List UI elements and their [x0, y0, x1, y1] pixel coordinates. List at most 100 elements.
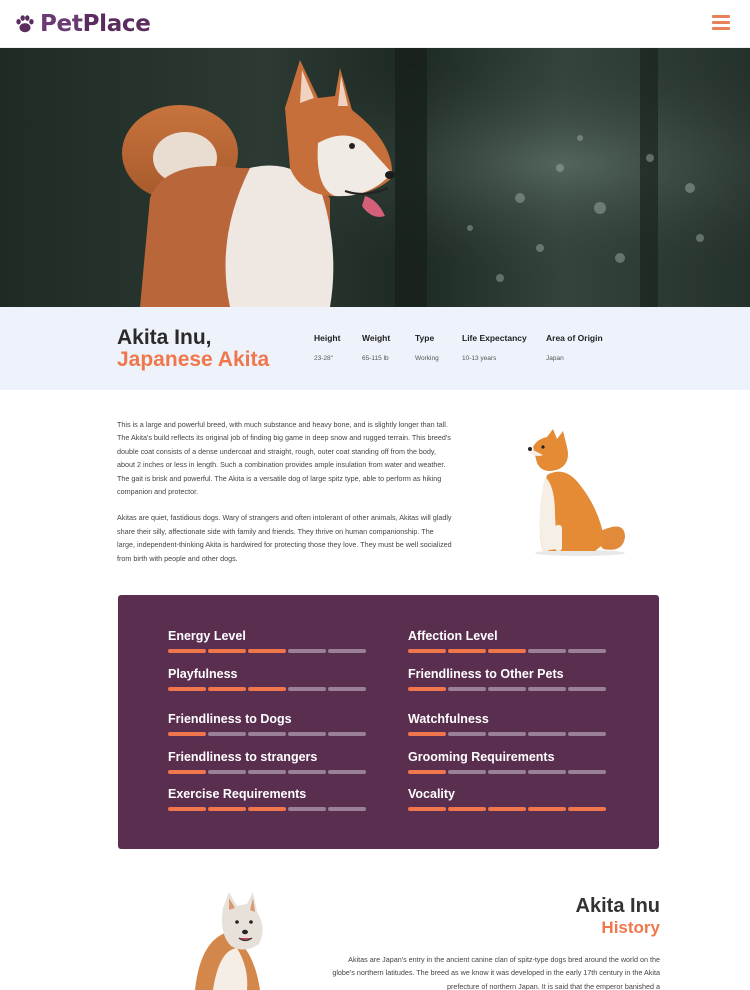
breed-alt-name: Japanese Akita	[117, 348, 270, 371]
breed-info-band: Akita Inu, Japanese Akita Height 23-28" …	[0, 307, 750, 390]
trait-name: Friendliness to Other Pets	[408, 667, 564, 681]
stat-life-expectancy: Life Expectancy 10-13 years	[462, 333, 527, 362]
trait-name: Grooming Requirements	[408, 750, 555, 764]
trait-vocality: Vocality	[408, 787, 608, 811]
rating-segment-filled	[488, 807, 526, 811]
stat-value: 65-115 lb	[362, 355, 389, 362]
trait-name: Exercise Requirements	[168, 787, 307, 801]
rating-segment-empty	[528, 732, 566, 736]
rating-segment-empty	[328, 687, 366, 691]
rating-segment-filled	[528, 807, 566, 811]
rating-segment-empty	[568, 687, 606, 691]
traits-card: Energy Level Affection Level Playfulness…	[118, 595, 659, 849]
rating-segment-filled	[168, 687, 206, 691]
history-text: Akitas are Japan's entry in the ancient …	[332, 955, 660, 990]
history-subtitle: History	[601, 918, 660, 937]
trait-rating-bar	[168, 649, 368, 653]
trait-friendliness-to-dogs: Friendliness to Dogs	[168, 712, 368, 736]
rating-segment-empty	[288, 770, 326, 774]
rating-segment-filled	[208, 687, 246, 691]
trait-name: Friendliness to strangers	[168, 750, 318, 764]
trait-rating-bar	[408, 732, 608, 736]
rating-segment-empty	[248, 732, 286, 736]
stat-weight: Weight 65-115 lb	[362, 333, 390, 362]
rating-segment-empty	[448, 770, 486, 774]
trait-watchfulness: Watchfulness	[408, 712, 608, 736]
rating-segment-empty	[288, 732, 326, 736]
rating-segment-empty	[208, 770, 246, 774]
trait-rating-bar	[168, 687, 368, 691]
trait-name: Watchfulness	[408, 712, 489, 726]
logo-text-pet: Pet	[40, 11, 83, 37]
rating-segment-filled	[408, 770, 446, 774]
trait-name: Energy Level	[168, 629, 246, 643]
stat-value: Japan	[546, 355, 564, 362]
rating-segment-filled	[248, 687, 286, 691]
rating-segment-filled	[248, 807, 286, 811]
rating-segment-empty	[568, 732, 606, 736]
rating-segment-filled	[448, 807, 486, 811]
trait-rating-bar	[168, 807, 368, 811]
logo-text-place: Place	[82, 11, 151, 37]
rating-segment-filled	[488, 649, 526, 653]
rating-segment-filled	[408, 732, 446, 736]
trait-rating-bar	[168, 732, 368, 736]
rating-segment-empty	[288, 687, 326, 691]
stat-label: Weight	[362, 333, 391, 343]
breed-name: Akita Inu,	[117, 326, 212, 349]
rating-segment-empty	[568, 649, 606, 653]
trait-playfulness: Playfulness	[168, 667, 368, 691]
stat-value: Working	[415, 355, 439, 362]
rating-segment-filled	[168, 807, 206, 811]
trait-name: Friendliness to Dogs	[168, 712, 292, 726]
hamburger-menu-icon[interactable]	[712, 15, 730, 31]
history-heading: Akita Inu History	[576, 895, 660, 938]
rating-segment-filled	[408, 687, 446, 691]
logo-text: PetPlace	[40, 11, 151, 37]
breed-description: This is a large and powerful breed, with…	[117, 418, 452, 565]
rating-segment-filled	[248, 649, 286, 653]
stat-value: 23-28"	[314, 355, 333, 362]
rating-segment-filled	[568, 807, 606, 811]
description-paragraph: This is a large and powerful breed, with…	[117, 420, 451, 497]
trait-name: Affection Level	[408, 629, 498, 643]
trait-exercise-requirements: Exercise Requirements	[168, 787, 368, 811]
rating-segment-empty	[328, 732, 366, 736]
description-paragraph: Akitas are quiet, fastidious dogs. Wary …	[117, 513, 452, 563]
rating-segment-filled	[168, 649, 206, 653]
trait-friendliness-to-strangers: Friendliness to strangers	[168, 750, 368, 774]
rating-segment-filled	[168, 770, 206, 774]
rating-segment-filled	[168, 732, 206, 736]
akita-portrait-image	[195, 892, 263, 990]
rating-segment-empty	[488, 770, 526, 774]
rating-segment-empty	[568, 770, 606, 774]
trait-rating-bar	[408, 649, 608, 653]
rating-segment-filled	[208, 807, 246, 811]
petplace-logo[interactable]: PetPlace	[14, 10, 151, 38]
hero-image	[0, 48, 750, 307]
stat-type: Type Working	[415, 333, 439, 362]
rating-segment-empty	[328, 807, 366, 811]
rating-segment-empty	[528, 649, 566, 653]
rating-segment-empty	[448, 732, 486, 736]
rating-segment-empty	[208, 732, 246, 736]
trait-friendliness-to-other-pets: Friendliness to Other Pets	[408, 667, 608, 691]
stat-label: Area of Origin	[546, 333, 603, 343]
rating-segment-empty	[488, 687, 526, 691]
trait-grooming-requirements: Grooming Requirements	[408, 750, 608, 774]
site-header: PetPlace	[0, 0, 750, 48]
trait-name: Playfulness	[168, 667, 238, 681]
trait-affection-level: Affection Level	[408, 629, 608, 653]
stat-label: Type	[415, 333, 435, 343]
rating-segment-empty	[488, 732, 526, 736]
rating-segment-empty	[448, 687, 486, 691]
trait-rating-bar	[408, 687, 608, 691]
rating-segment-empty	[288, 807, 326, 811]
trait-rating-bar	[168, 770, 368, 774]
history-title: Akita Inu	[575, 895, 660, 917]
trait-energy-level: Energy Level	[168, 629, 368, 653]
stat-value: 10-13 years	[462, 355, 497, 362]
stat-height: Height 23-28"	[314, 333, 340, 362]
rating-segment-filled	[408, 807, 446, 811]
stat-label: Life Expectancy	[462, 333, 527, 343]
